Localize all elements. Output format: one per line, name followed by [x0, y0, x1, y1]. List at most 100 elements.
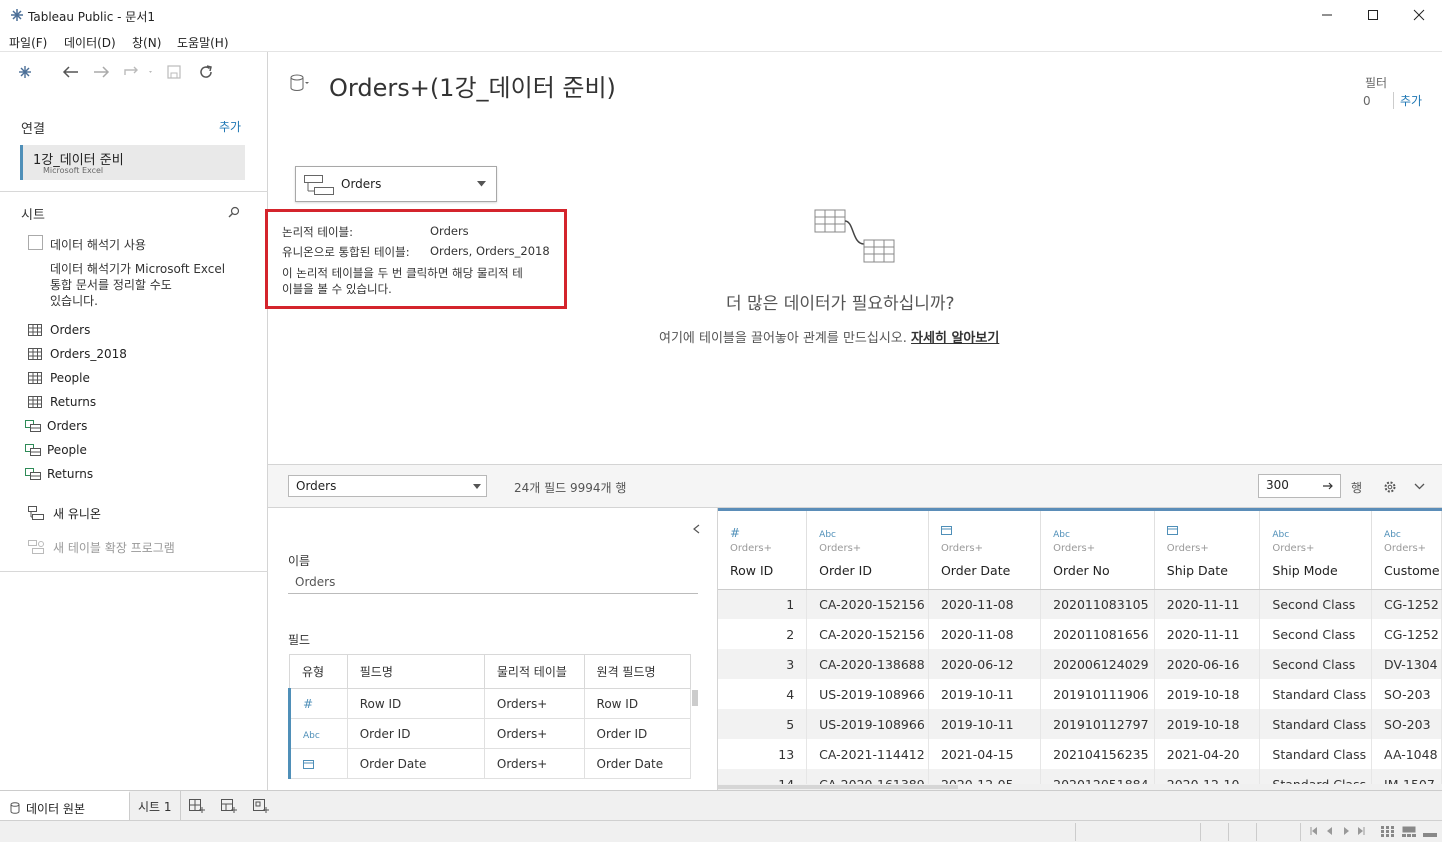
last-page-icon[interactable]	[1357, 827, 1365, 835]
grid-cell[interactable]: 202011083105	[1040, 589, 1155, 619]
grid-cell[interactable]: 2020-11-11	[1154, 589, 1261, 619]
grid-cell[interactable]: 2020-06-12	[928, 649, 1042, 679]
refresh-icon[interactable]	[198, 64, 214, 80]
grid-cell[interactable]: 2019-10-18	[1154, 709, 1261, 739]
field-type-cell[interactable]	[288, 748, 348, 779]
grid-cell[interactable]: 2020-06-16	[1154, 649, 1261, 679]
grid-cell[interactable]: 2019-10-18	[1154, 679, 1261, 709]
new-story-icon[interactable]	[253, 799, 269, 813]
tab-datasource[interactable]: 데이터 원본	[0, 791, 130, 821]
grid-cell[interactable]: 201910112797	[1040, 709, 1155, 739]
menu-file[interactable]: 파일(F)	[9, 34, 47, 51]
connection-item[interactable]: 1강_데이터 준비 Microsoft Excel	[20, 145, 245, 180]
column-header[interactable]: 유형	[289, 654, 348, 689]
new-union-item[interactable]: 새 유니온	[28, 503, 101, 523]
undo-icon[interactable]	[61, 64, 79, 80]
sheet-item-orders[interactable]: Orders	[28, 320, 90, 340]
grid-column-header[interactable]: Abc Orders+ Ship Mode	[1259, 511, 1373, 590]
grid-view-icon[interactable]	[1381, 826, 1394, 837]
new-worksheet-icon[interactable]	[189, 799, 205, 813]
grid-column-header[interactable]: Orders+ Ship Date	[1154, 511, 1261, 590]
grid-cell[interactable]: 2019-10-11	[928, 709, 1042, 739]
grid-cell[interactable]: 4	[718, 679, 808, 709]
grid-cell[interactable]: SO-203	[1371, 709, 1442, 739]
rows-input[interactable]: 300	[1258, 474, 1341, 498]
grid-column-header[interactable]: Abc Orders+ Order No	[1040, 511, 1155, 590]
next-page-icon[interactable]	[1342, 827, 1350, 835]
save-icon[interactable]	[166, 64, 182, 80]
chevron-down-icon[interactable]	[477, 181, 486, 187]
learn-more-link[interactable]: 자세히 알아보기	[911, 331, 999, 346]
grid-cell[interactable]: 2	[718, 619, 808, 649]
datasource-title[interactable]: Orders+(1강_데이터 준비)	[329, 68, 616, 103]
prev-page-icon[interactable]	[1326, 827, 1334, 835]
replace-data-icon[interactable]	[123, 64, 153, 80]
grid-cell[interactable]: CA-2020-152156	[806, 619, 929, 649]
grid-cell[interactable]: 202011081656	[1040, 619, 1155, 649]
first-page-icon[interactable]	[1310, 827, 1318, 835]
tab-sheet-1[interactable]: 시트 1	[131, 791, 181, 821]
sheet-item-people[interactable]: People	[28, 368, 90, 388]
grid-column-header[interactable]: Abc Orders+ Custome	[1371, 511, 1442, 590]
grid-cell[interactable]: 202104156235	[1040, 739, 1155, 769]
tabs-view-icon[interactable]	[1423, 826, 1437, 837]
grid-cell[interactable]: Standard Class	[1259, 709, 1373, 739]
collapse-left-icon[interactable]	[693, 524, 700, 534]
grid-cell[interactable]: CG-1252	[1371, 619, 1442, 649]
grid-cell[interactable]: CA-2020-152156	[806, 589, 929, 619]
minimize-button[interactable]	[1304, 0, 1350, 30]
grid-cell[interactable]: US-2019-108966	[806, 709, 929, 739]
grid-column-header[interactable]: # Orders+ Row ID	[718, 511, 808, 590]
menu-window[interactable]: 창(N)	[132, 34, 161, 51]
grid-cell[interactable]: AA-1048	[1371, 739, 1442, 769]
named-range-returns[interactable]: Returns	[25, 464, 93, 484]
column-header[interactable]: 원격 필드명	[583, 654, 692, 689]
column-header[interactable]: 필드명	[346, 654, 485, 689]
grid-cell[interactable]: 3	[718, 649, 808, 679]
start-page-icon[interactable]	[17, 64, 33, 80]
datasource-icon[interactable]	[290, 74, 310, 92]
grid-cell[interactable]: 13	[718, 739, 808, 769]
field-type-cell[interactable]: #	[288, 688, 348, 719]
grid-cell[interactable]: DV-1304	[1371, 649, 1442, 679]
grid-cell[interactable]: 202006124029	[1040, 649, 1155, 679]
collapse-chevron-icon[interactable]	[1414, 483, 1425, 490]
menu-data[interactable]: 데이터(D)	[64, 34, 116, 51]
fields-scrollbar[interactable]	[692, 690, 698, 706]
grid-cell[interactable]: CG-1252	[1371, 589, 1442, 619]
interpreter-checkbox[interactable]	[28, 235, 43, 250]
grid-cell[interactable]: Second Class	[1259, 589, 1373, 619]
sheet-item-orders-2018[interactable]: Orders_2018	[28, 344, 127, 364]
grid-cell[interactable]: US-2019-108966	[806, 679, 929, 709]
table-select[interactable]: Orders	[288, 475, 487, 497]
grid-cell[interactable]: 201910111906	[1040, 679, 1155, 709]
new-extension-item[interactable]: 새 테이블 확장 프로그램	[28, 537, 175, 557]
field-row[interactable]: Order Date Orders+ Order Date	[288, 748, 692, 779]
grid-cell[interactable]: Standard Class	[1259, 679, 1373, 709]
field-row[interactable]: # Row ID Orders+ Row ID	[288, 688, 692, 719]
grid-cell[interactable]: 5	[718, 709, 808, 739]
grid-column-header[interactable]: Orders+ Order Date	[928, 511, 1042, 590]
field-name[interactable]: Order ID	[346, 718, 485, 749]
field-type-cell[interactable]: Abc	[288, 718, 348, 749]
grid-cell[interactable]: 2021-04-20	[1154, 739, 1261, 769]
sheet-item-returns[interactable]: Returns	[28, 392, 96, 412]
maximize-button[interactable]	[1350, 0, 1396, 30]
named-range-people[interactable]: People	[25, 440, 87, 460]
grid-column-header[interactable]: Abc Orders+ Order ID	[806, 511, 929, 590]
grid-cell[interactable]: 2020-11-08	[928, 619, 1042, 649]
redo-icon[interactable]	[93, 64, 111, 80]
grid-cell[interactable]: SO-203	[1371, 679, 1442, 709]
add-filter-link[interactable]: 추가	[1393, 92, 1422, 109]
grid-cell[interactable]: 2020-11-08	[928, 589, 1042, 619]
grid-cell[interactable]: 1	[718, 589, 808, 619]
arrow-right-icon[interactable]	[1323, 482, 1334, 490]
grid-cell[interactable]: 2019-10-11	[928, 679, 1042, 709]
grid-cell[interactable]: 2020-11-11	[1154, 619, 1261, 649]
column-header[interactable]: 물리적 테이블	[483, 654, 585, 689]
menu-help[interactable]: 도움말(H)	[177, 34, 229, 51]
grid-cell[interactable]: Second Class	[1259, 649, 1373, 679]
search-icon[interactable]	[228, 206, 240, 218]
named-range-orders[interactable]: Orders	[25, 416, 87, 436]
close-button[interactable]	[1396, 0, 1442, 30]
